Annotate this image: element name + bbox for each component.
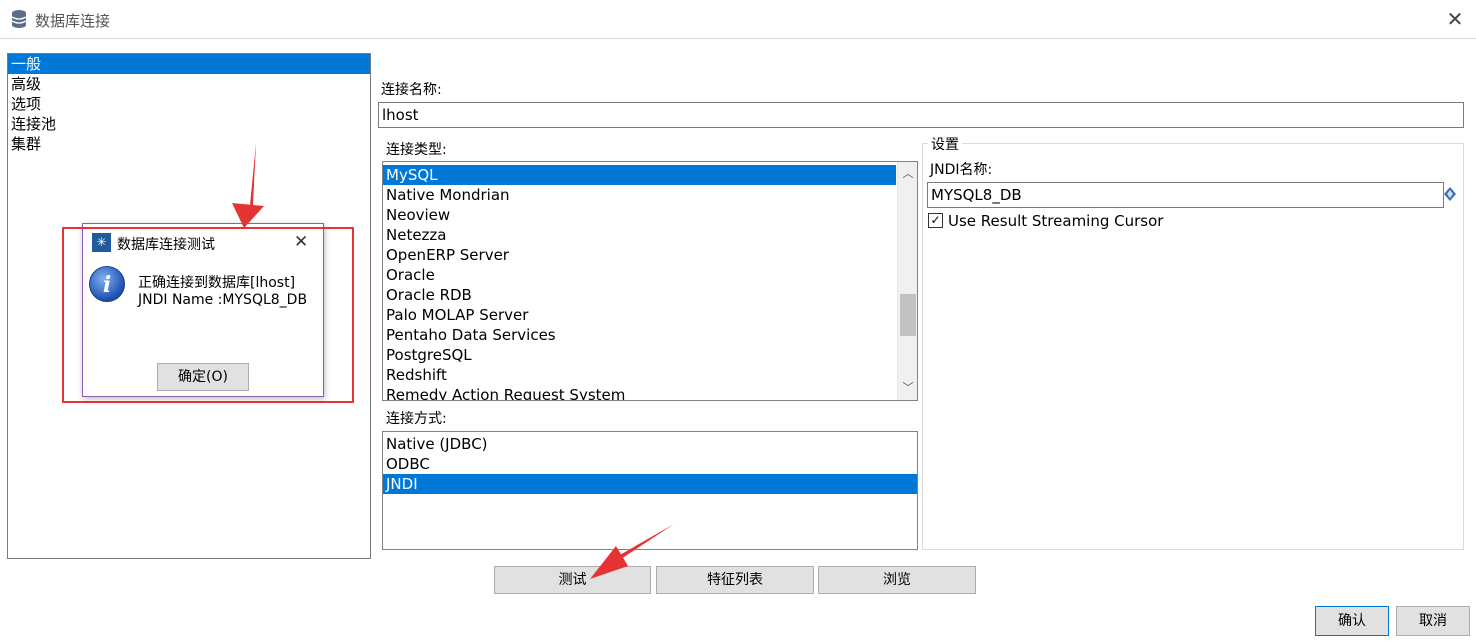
jndi-name-input[interactable]: MYSQL8_DB <box>927 182 1444 208</box>
chevron-up-icon[interactable]: ︿ <box>898 164 917 184</box>
list-item-native-mondrian[interactable]: Native Mondrian <box>383 185 896 205</box>
checkmark-icon: ✓ <box>930 213 941 227</box>
diamond-icon[interactable] <box>1444 187 1456 201</box>
title-bar: 数据库连接 ✕ <box>0 0 1476 39</box>
nav-item-options[interactable]: 选项 <box>8 94 370 114</box>
list-item-oracle-rdb[interactable]: Oracle RDB <box>383 285 896 305</box>
jndi-name-label: JNDI名称: <box>930 162 993 178</box>
list-item-odbc[interactable]: ODBC <box>383 454 917 474</box>
list-item-postgresql[interactable]: PostgreSQL <box>383 345 896 365</box>
settings-title: 设置 <box>928 134 962 154</box>
feature-list-button[interactable]: 特征列表 <box>656 566 814 594</box>
cancel-button[interactable]: 取消 <box>1396 606 1470 636</box>
connection-type-scrollbar[interactable]: ︿ ﹀ <box>897 162 917 400</box>
list-item-oracle[interactable]: Oracle <box>383 265 896 285</box>
nav-item-pooling[interactable]: 连接池 <box>8 114 370 134</box>
list-item-redshift[interactable]: Redshift <box>383 365 896 385</box>
close-icon[interactable]: ✕ <box>1444 8 1466 30</box>
list-item-pentaho-data-services[interactable]: Pentaho Data Services <box>383 325 896 345</box>
ok-button[interactable]: 确认 <box>1315 606 1389 636</box>
window-title: 数据库连接 <box>35 12 111 30</box>
connection-name-input[interactable]: lhost <box>378 102 1464 128</box>
nav-item-general[interactable]: 一般 <box>8 54 370 74</box>
chevron-down-icon[interactable]: ﹀ <box>898 378 917 398</box>
list-item-native-jdbc[interactable]: Native (JDBC) <box>383 434 917 454</box>
test-button[interactable]: 测试 <box>494 566 651 594</box>
database-icon <box>11 10 27 28</box>
list-item-palo-molap-server[interactable]: Palo MOLAP Server <box>383 305 896 325</box>
access-method-label: 连接方式: <box>386 411 447 427</box>
browse-button[interactable]: 浏览 <box>818 566 976 594</box>
list-item-neoview[interactable]: Neoview <box>383 205 896 225</box>
connection-type-list[interactable]: MySQL Native Mondrian Neoview Netezza Op… <box>382 161 918 401</box>
list-item-mysql[interactable]: MySQL <box>383 165 896 185</box>
nav-item-advanced[interactable]: 高级 <box>8 74 370 94</box>
nav-item-cluster[interactable]: 集群 <box>8 134 370 154</box>
access-method-list[interactable]: Native (JDBC) ODBC JNDI <box>382 431 918 550</box>
list-item-netezza[interactable]: Netezza <box>383 225 896 245</box>
annotation-box <box>62 227 354 403</box>
streaming-cursor-label: Use Result Streaming Cursor <box>948 212 1164 230</box>
connection-name-label: 连接名称: <box>381 82 442 98</box>
scrollbar-thumb[interactable] <box>900 294 916 336</box>
list-item-openerp-server[interactable]: OpenERP Server <box>383 245 896 265</box>
connection-type-label: 连接类型: <box>386 142 447 158</box>
list-item-jndi[interactable]: JNDI <box>383 474 917 494</box>
list-item-remedy-ars[interactable]: Remedy Action Request System <box>383 385 896 400</box>
streaming-cursor-checkbox[interactable]: ✓ <box>928 213 943 228</box>
